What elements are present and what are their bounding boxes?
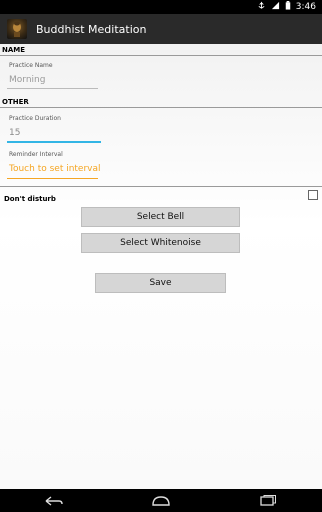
section-divider	[0, 186, 322, 187]
practice-duration-underline	[7, 141, 101, 143]
recent-apps-icon[interactable]	[254, 493, 282, 509]
section-divider	[0, 55, 322, 56]
status-icons: 3:46	[257, 1, 316, 13]
select-bell-button[interactable]: Select Bell	[81, 207, 240, 227]
section-header-other: OTHER	[2, 98, 29, 106]
practice-name-label: Practice Name	[9, 62, 53, 69]
signal-icon	[271, 1, 280, 13]
status-bar: 3:46	[0, 0, 322, 14]
settings-form: NAME Practice Name Morning OTHER Practic…	[0, 44, 322, 489]
back-icon[interactable]	[40, 493, 68, 509]
dont-disturb-label: Don't disturb	[4, 195, 56, 203]
status-time: 3:46	[295, 2, 316, 12]
save-button[interactable]: Save	[95, 273, 226, 293]
buddha-app-icon[interactable]	[7, 19, 27, 39]
select-whitenoise-button[interactable]: Select Whitenoise	[81, 233, 240, 253]
practice-name-field[interactable]: Morning	[9, 75, 45, 85]
section-divider	[0, 107, 322, 108]
practice-duration-label: Practice Duration	[9, 115, 61, 122]
app-bar: Buddhist Meditation	[0, 14, 322, 44]
app-title: Buddhist Meditation	[36, 22, 147, 36]
practice-name-underline	[7, 88, 98, 89]
navigation-bar	[0, 489, 322, 512]
home-icon[interactable]	[147, 493, 175, 509]
dont-disturb-checkbox[interactable]	[308, 190, 318, 200]
usb-icon	[257, 1, 266, 13]
reminder-interval-field[interactable]: Touch to set interval	[9, 164, 101, 174]
practice-duration-field[interactable]: 15	[9, 128, 20, 138]
section-header-name: NAME	[2, 46, 26, 54]
reminder-interval-label: Reminder Interval	[9, 151, 63, 158]
battery-icon	[285, 1, 291, 13]
reminder-interval-underline	[7, 178, 98, 179]
